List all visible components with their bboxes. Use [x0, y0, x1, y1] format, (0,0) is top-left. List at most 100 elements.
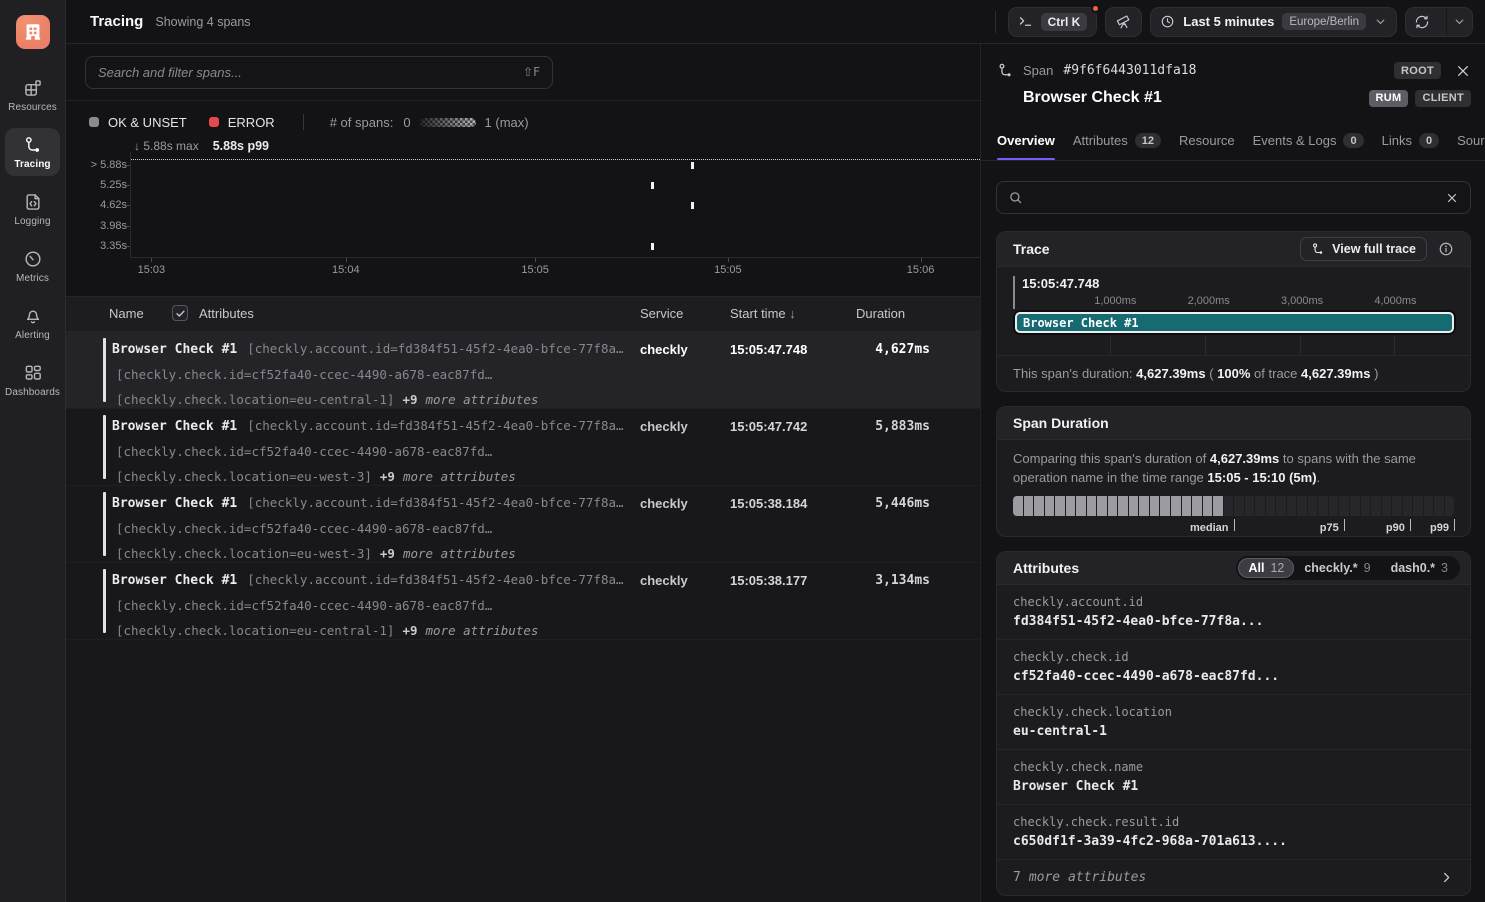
column-attributes[interactable]: Attributes: [199, 306, 254, 321]
metrics-icon: [23, 249, 43, 269]
trace-span-bar[interactable]: Browser Check #1: [1015, 312, 1454, 333]
close-panel-icon[interactable]: [1455, 63, 1471, 79]
tab-attributes[interactable]: Attributes12: [1073, 125, 1161, 160]
paren-open: (: [1209, 366, 1213, 381]
y-axis-tick-label: 5.25s: [67, 179, 127, 191]
legend-separator: [303, 114, 304, 130]
attribute-row[interactable]: checkly.check.id cf52fa40-ccec-4490-a678…: [997, 640, 1470, 695]
attributes-checkbox[interactable]: [172, 305, 188, 321]
attributes-card: Attributes All 12 checkly.* 9 dash0.* 3: [996, 551, 1471, 896]
attribute-chip: [checkly.check.id=cf52fa40-ccec-4490-a67…: [116, 521, 492, 536]
info-icon[interactable]: [1438, 241, 1454, 257]
sidebar-item-metrics[interactable]: Metrics: [5, 242, 60, 290]
search-icon: [1008, 190, 1023, 205]
histogram-cell: [1350, 496, 1360, 516]
span-duration: 3,134ms: [875, 573, 930, 588]
attribute-row[interactable]: checkly.check.result.id c650df1f-3a39-4f…: [997, 805, 1470, 860]
trace-total-duration: 4,627.39ms: [1301, 366, 1370, 381]
error-legend-label: ERROR: [228, 115, 275, 130]
app-logo[interactable]: [16, 15, 50, 49]
histogram-cell: [1445, 496, 1454, 516]
sidebar-item-dashboards[interactable]: Dashboards: [5, 356, 60, 404]
column-start-time[interactable]: Start time ↓: [730, 306, 796, 321]
column-duration[interactable]: Duration: [856, 306, 905, 321]
tab-links[interactable]: Links0: [1382, 125, 1439, 160]
attribute-row[interactable]: checkly.account.id fd384f51-45f2-4ea0-bf…: [997, 585, 1470, 640]
more-attributes-label: more attributes: [403, 546, 516, 561]
more-attributes-count: +9: [380, 546, 395, 561]
trace-icon: [1311, 242, 1325, 256]
tab-events-logs[interactable]: Events & Logs 0: [1253, 125, 1364, 160]
clear-search-icon[interactable]: [1445, 191, 1459, 205]
view-full-trace-button[interactable]: View full trace: [1300, 237, 1427, 261]
span-status-bar: [103, 338, 106, 402]
refresh-options-button[interactable]: [1446, 8, 1472, 36]
tab-label: Events & Logs: [1253, 133, 1337, 148]
histogram-cell: [1382, 496, 1392, 516]
tab-count-badge: 0: [1419, 133, 1439, 148]
tab-source[interactable]: Source: [1457, 125, 1485, 160]
telescope-icon: [1115, 13, 1132, 30]
filter-pill-checkly[interactable]: checkly.* 9: [1294, 558, 1380, 578]
x-axis-tick: [535, 258, 536, 262]
span-heatmap-point[interactable]: [691, 162, 694, 169]
span-row[interactable]: Browser Check #1 [checkly.account.id=fd3…: [66, 486, 980, 563]
time-range-picker[interactable]: Last 5 minutes Europe/Berlin: [1150, 7, 1397, 37]
percentile-tick: [1234, 519, 1235, 531]
sidebar-item-resources[interactable]: Resources: [5, 71, 60, 119]
app-root: Resources Tracing Logging: [0, 0, 1485, 902]
column-name[interactable]: Name: [109, 306, 144, 321]
column-service[interactable]: Service: [640, 306, 683, 321]
filter-pill-all[interactable]: All 12: [1238, 558, 1294, 578]
span-duration: 5,883ms: [875, 419, 930, 434]
page-subtitle: Showing 4 spans: [155, 15, 250, 29]
span-row[interactable]: Browser Check #1 [checkly.account.id=fd3…: [66, 563, 980, 640]
histogram-cell: [1413, 496, 1423, 516]
attribute-row[interactable]: checkly.check.name Browser Check #1: [997, 750, 1470, 805]
logging-icon: [23, 192, 43, 212]
sidebar-item-tracing[interactable]: Tracing: [5, 128, 60, 176]
more-attributes-label: more attributes: [426, 623, 539, 638]
attribute-row[interactable]: checkly.check.location eu-central-1: [997, 695, 1470, 750]
refresh-button[interactable]: [1406, 8, 1438, 36]
histogram-cell: [1234, 496, 1244, 516]
chevron-right-icon: [1439, 870, 1454, 885]
histogram-cell: [1287, 496, 1297, 516]
trace-waterfall: Browser Check #1: [1015, 312, 1454, 355]
tab-resource[interactable]: Resource: [1179, 125, 1235, 160]
notification-dot: [1091, 4, 1100, 13]
table-header: Name Attributes Service Start time ↓ Dur…: [66, 296, 980, 332]
histogram-cell: [1224, 496, 1234, 516]
span-search-input[interactable]: Search and filter spans... ⇧F: [85, 56, 553, 89]
y-axis-tick: [126, 185, 130, 186]
span-heatmap-point[interactable]: [651, 182, 654, 189]
histogram-cell: [1129, 496, 1139, 516]
pill-count: 9: [1364, 561, 1371, 575]
tab-count-badge: 0: [1343, 133, 1363, 148]
attributes-card-title: Attributes: [1013, 560, 1079, 576]
span-heatmap-point[interactable]: [691, 202, 694, 209]
more-attributes-row[interactable]: 7 more attributes: [997, 860, 1470, 895]
span-row[interactable]: Browser Check #1 [checkly.account.id=fd3…: [66, 409, 980, 486]
sidebar-item-alerting[interactable]: Alerting: [5, 299, 60, 347]
command-palette-button[interactable]: Ctrl K: [1008, 7, 1098, 37]
heatmap-plot-area[interactable]: > 5.88s5.25s4.62s3.98s3.35s 15:0315:0415…: [130, 152, 980, 258]
x-axis-tick-label: 15:03: [138, 264, 166, 276]
span-row[interactable]: Browser Check #1 [checkly.account.id=fd3…: [66, 332, 980, 409]
filter-pill-dash0[interactable]: dash0.* 3: [1381, 558, 1458, 578]
attribute-search-input[interactable]: [996, 181, 1471, 214]
span-heatmap-point[interactable]: [651, 243, 654, 250]
trace-span-bar-label: Browser Check #1: [1023, 316, 1139, 330]
trace-tick-label: 4,000ms: [1374, 295, 1416, 307]
more-attributes-label: more attributes: [403, 469, 516, 484]
tab-overview[interactable]: Overview: [997, 125, 1055, 160]
duration-mid: of trace: [1254, 366, 1297, 381]
y-axis-tick-label: 3.98s: [67, 220, 127, 232]
announcements-button[interactable]: [1105, 7, 1142, 37]
ctrl-k-shortcut: Ctrl K: [1041, 13, 1088, 31]
span-service: checkly: [640, 496, 688, 511]
attribute-key: checkly.account.id: [1013, 595, 1454, 609]
histogram-cell: [1318, 496, 1328, 516]
sidebar-item-logging[interactable]: Logging: [5, 185, 60, 233]
topbar-actions: Ctrl K Last 5 minutes Europe/Berlin: [995, 7, 1485, 37]
